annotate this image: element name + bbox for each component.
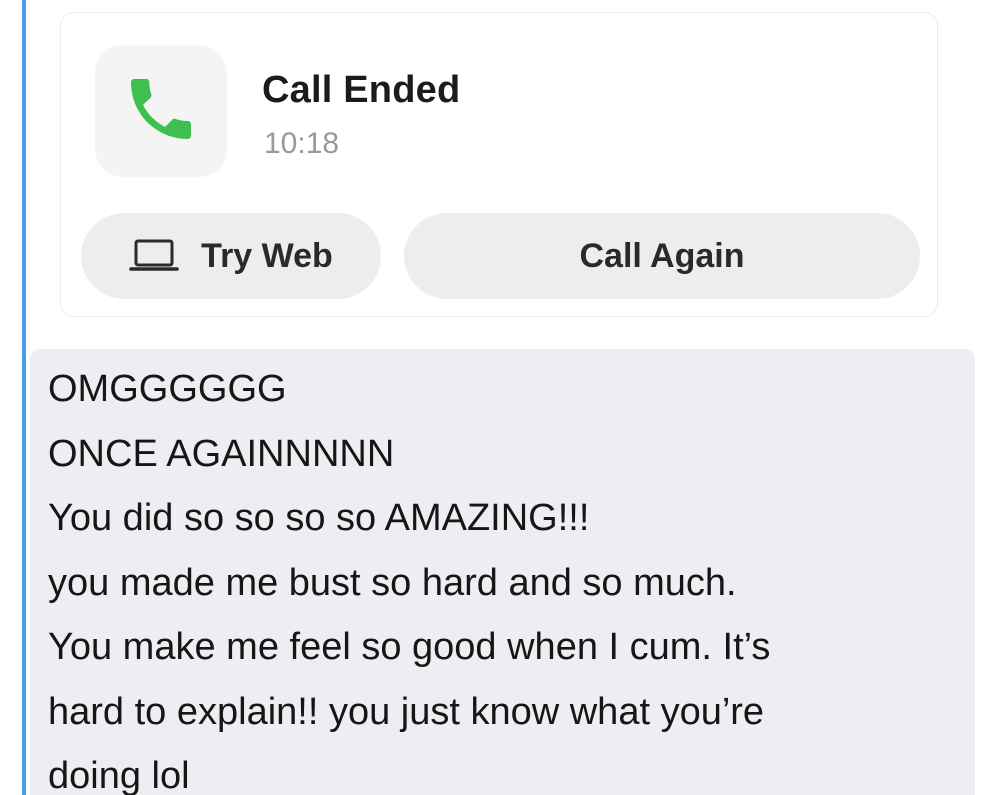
try-web-button[interactable]: Try Web <box>81 213 381 299</box>
call-again-button[interactable]: Call Again <box>404 213 920 299</box>
chat-message-bubble: OMGGGGGG ONCE AGAINNNNN You did so so so… <box>30 349 975 795</box>
message-line: You make me feel so good when I cum. It’… <box>48 626 771 668</box>
message-line: hard to explain!! you just know what you… <box>48 690 765 733</box>
message-line: You did so so so so AMAZING!!! <box>48 497 590 539</box>
call-timestamp: 10:18 <box>264 127 340 160</box>
call-ended-card: Call Ended 10:18 Try Web Call Again <box>60 12 938 317</box>
try-web-label: Try Web <box>201 236 333 275</box>
laptop-icon <box>129 238 179 274</box>
call-again-label: Call Again <box>579 236 745 275</box>
message-line: you made me bust so hard and so much. <box>48 561 737 604</box>
message-line: OMGGGGGG <box>48 368 287 410</box>
phone-icon <box>121 69 201 154</box>
chat-screen: Call Ended 10:18 Try Web Call Again OMGG… <box>0 0 998 795</box>
phone-icon-tile <box>95 45 227 177</box>
message-line: doing lol <box>48 755 190 795</box>
call-status-title: Call Ended <box>262 69 461 111</box>
message-line: ONCE AGAINNNNN <box>48 432 395 475</box>
sender-accent-bar <box>22 0 26 795</box>
